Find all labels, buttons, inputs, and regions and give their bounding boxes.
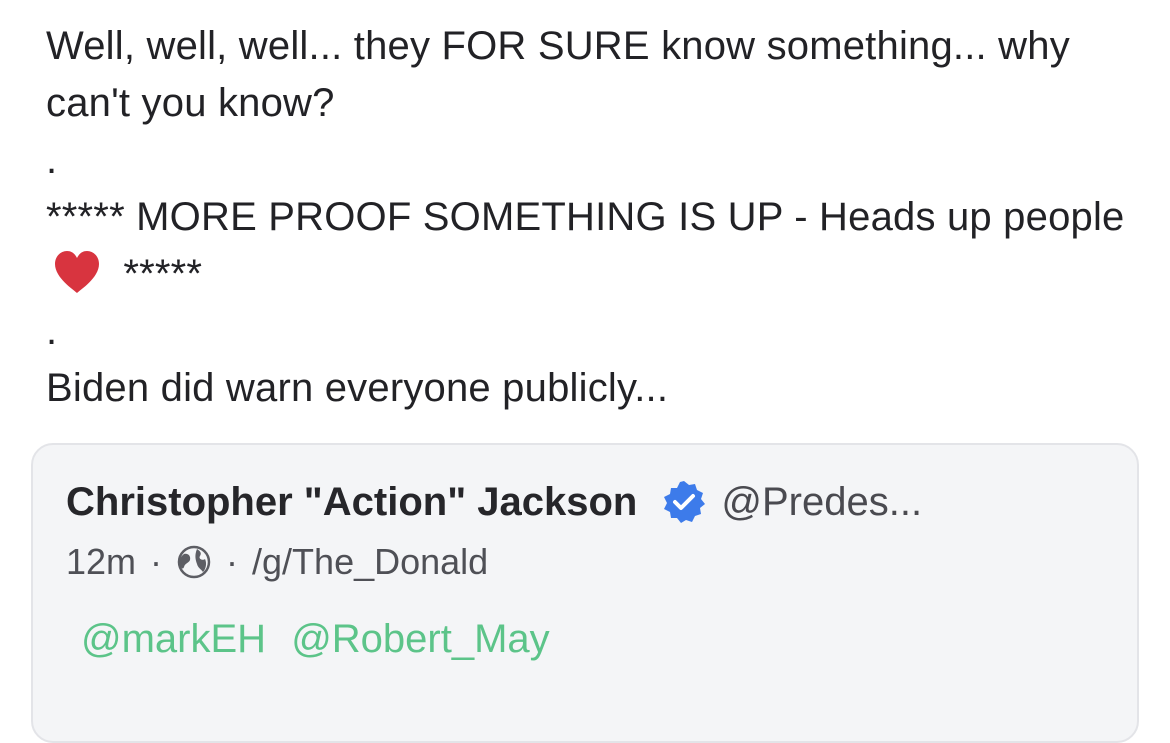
verified-badge-icon — [664, 481, 706, 523]
quoted-meta-row: 12m · · /g/The_Donald — [66, 541, 488, 583]
mention-link[interactable]: @markEH — [81, 617, 266, 661]
meta-separator: · — [226, 541, 239, 582]
heart-icon — [55, 251, 99, 293]
post-body: Well, well, well... they FOR SURE know s… — [46, 18, 1136, 417]
globe-icon — [177, 545, 211, 579]
post-text-line-1: Well, well, well... they FOR SURE know s… — [46, 24, 1070, 125]
quoted-author-name[interactable]: Christopher "Action" Jackson — [66, 480, 637, 525]
quoted-mentions: @markEH @Robert_May — [81, 617, 564, 662]
meta-separator: · — [150, 541, 163, 582]
post-text-line-2-end: ***** — [123, 252, 203, 296]
post-timestamp: 12m — [66, 541, 137, 582]
mention-link[interactable]: @Robert_May — [291, 617, 549, 661]
post-text-line-2: ***** MORE PROOF SOMETHING IS UP - Heads… — [46, 189, 1136, 303]
post-text-line-3: Biden did warn everyone publicly... — [46, 366, 669, 410]
quoted-author-handle[interactable]: @Predes... — [721, 480, 922, 525]
post-text-line-2-start: ***** MORE PROOF SOMETHING IS UP - Heads… — [46, 195, 1125, 239]
post-dot-separator-2: . — [46, 309, 58, 353]
quoted-author-row: Christopher "Action" Jackson @Predes... — [66, 479, 922, 525]
quoted-post-card[interactable]: Christopher "Action" Jackson @Predes... … — [31, 443, 1139, 743]
group-link[interactable]: /g/The_Donald — [252, 541, 488, 583]
post-dot-separator-1: . — [46, 138, 58, 182]
